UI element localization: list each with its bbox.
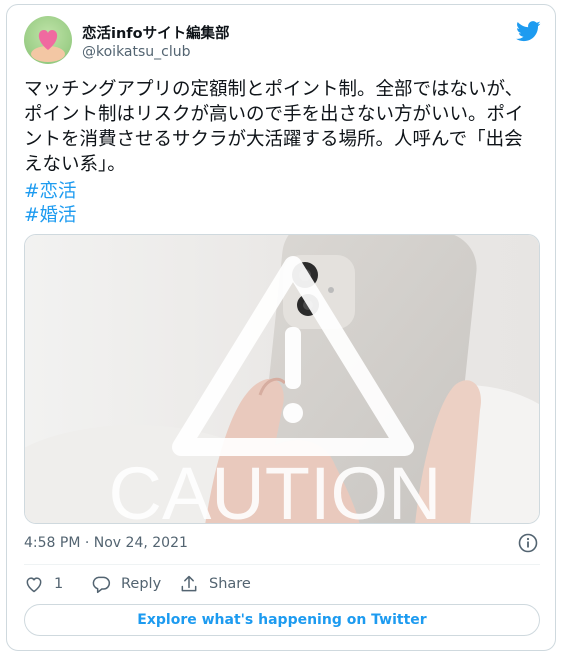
heart-icon	[26, 577, 42, 593]
explore-twitter-button[interactable]: Explore what's happening on Twitter	[24, 604, 540, 636]
like-count: 1	[54, 576, 64, 592]
author-handle[interactable]: @koikatsu_club	[82, 44, 191, 60]
tweet-card: 恋活infoサイト編集部 @koikatsu_club マッチングアプリの定額制…	[6, 4, 556, 651]
author-name[interactable]: 恋活infoサイト編集部	[82, 22, 230, 43]
share-icon	[181, 575, 197, 592]
caution-photo: CAUTION	[25, 235, 539, 524]
tweet-media-image[interactable]: CAUTION	[24, 234, 540, 524]
share-button[interactable]: Share	[179, 573, 251, 595]
hashtag-link[interactable]: #婚活	[24, 201, 77, 227]
tweet-text: マッチングアプリの定額制とポイント制。全部ではないが、ポイント制はリスクが高いの…	[24, 79, 524, 175]
like-button[interactable]: 1	[24, 573, 63, 595]
heart-emblem-icon	[31, 30, 65, 62]
hashtag-link[interactable]: #恋活	[24, 177, 77, 203]
caution-text: CAUTION	[109, 452, 442, 524]
twitter-bird-icon[interactable]	[516, 21, 541, 42]
info-icon[interactable]	[518, 533, 538, 553]
reply-label: Reply	[121, 576, 162, 592]
share-label: Share	[209, 576, 251, 592]
reply-button[interactable]: Reply	[91, 573, 161, 595]
reply-icon	[92, 576, 111, 594]
avatar[interactable]	[24, 16, 72, 64]
tweet-timestamp[interactable]: 4:58 PM · Nov 24, 2021	[24, 535, 188, 551]
divider	[24, 564, 540, 565]
